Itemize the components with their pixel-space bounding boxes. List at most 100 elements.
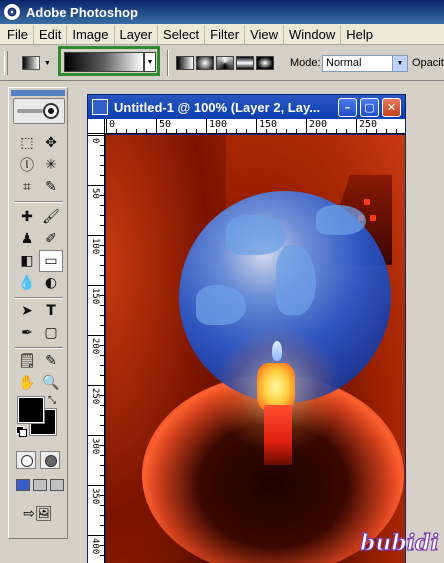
foreground-color-swatch[interactable] — [17, 396, 45, 424]
ruler-tick — [306, 119, 307, 133]
ruler-tick — [88, 335, 104, 336]
menu-edit[interactable]: Edit — [34, 24, 68, 44]
ruler-minor-tick — [100, 495, 104, 496]
mode-select[interactable]: Normal ▼ — [322, 55, 408, 72]
eraser-tool-icon[interactable]: ◧ — [15, 250, 39, 272]
clone-stamp-tool-icon[interactable]: ♟ — [15, 228, 39, 250]
menu-image[interactable]: Image — [67, 24, 115, 44]
ruler-minor-tick — [186, 129, 187, 133]
linear-gradient-icon[interactable] — [176, 56, 194, 70]
zoom-tool-icon[interactable]: 🔍 — [39, 372, 63, 394]
diamond-gradient-icon[interactable] — [256, 56, 274, 70]
ruler-minor-tick — [100, 455, 104, 456]
ruler-minor-tick — [100, 265, 104, 266]
minimize-button[interactable]: – — [338, 98, 357, 117]
blur-tool-icon[interactable]: 💧 — [15, 272, 39, 294]
full-screen-menu-mode-icon[interactable] — [33, 479, 47, 491]
brush-tool-icon[interactable]: 🖌 — [39, 206, 63, 228]
gradient-tool-icon[interactable]: ▭ — [39, 250, 63, 272]
menu-select[interactable]: Select — [158, 24, 206, 44]
standard-mode-icon[interactable] — [16, 451, 36, 469]
marquee-tool-icon[interactable]: ⬚ — [15, 132, 39, 154]
ruler-tick — [88, 485, 104, 486]
ruler-tick — [356, 119, 357, 133]
ruler-label: 0 — [90, 138, 100, 144]
hand-tool-icon[interactable]: ✋ — [15, 372, 39, 394]
reflected-gradient-icon[interactable] — [236, 56, 254, 70]
document-icon[interactable] — [92, 99, 108, 115]
swap-colors-icon[interactable]: ⤡ — [48, 395, 56, 406]
ruler-minor-tick — [100, 155, 104, 156]
slice-tool-icon[interactable]: ✎ — [39, 176, 63, 198]
ruler-minor-tick — [100, 215, 104, 216]
toolbox-titlebar[interactable] — [11, 90, 65, 96]
ruler-label: 250 — [359, 119, 378, 130]
ruler-minor-tick — [100, 305, 104, 306]
gradient-picker-dropdown-icon[interactable]: ▼ — [144, 52, 156, 72]
ruler-label: 150 — [90, 288, 100, 305]
standard-screen-mode-icon[interactable] — [16, 479, 30, 491]
gradient-editor-swatch[interactable] — [64, 52, 144, 72]
ruler-minor-tick — [266, 129, 267, 133]
path-selection-tool-icon[interactable]: ➤ — [15, 300, 39, 322]
feather-icon — [17, 109, 43, 113]
close-button[interactable]: ✕ — [382, 98, 401, 117]
mode-dropdown-icon[interactable]: ▼ — [392, 56, 407, 71]
quick-mask-mode-icon[interactable] — [40, 451, 60, 469]
eyedropper-tool-icon[interactable]: ✎ — [39, 350, 63, 372]
menu-file[interactable]: File — [2, 24, 34, 44]
ruler-tick — [88, 235, 104, 236]
maximize-button[interactable]: ▢ — [360, 98, 379, 117]
svg-text:bubidi: bubidi — [360, 530, 439, 556]
vertical-ruler[interactable]: 0 50 100 150 200 250 300 350 400 — [88, 134, 105, 563]
ruler-minor-tick — [216, 129, 217, 133]
move-tool-icon[interactable]: ✥ — [39, 132, 63, 154]
ruler-minor-tick — [100, 275, 104, 276]
gradient-tool-preset-icon[interactable] — [22, 56, 40, 70]
ruler-minor-tick — [116, 129, 117, 133]
pen-tool-icon[interactable]: ✒ — [15, 322, 39, 344]
history-brush-tool-icon[interactable]: ✐ — [39, 228, 63, 250]
dodge-tool-icon[interactable]: ◐ — [39, 272, 63, 294]
ruler-minor-tick — [100, 225, 104, 226]
ruler-minor-tick — [126, 129, 127, 133]
magic-wand-tool-icon[interactable]: ✳ — [39, 154, 63, 176]
menu-layer[interactable]: Layer — [115, 24, 159, 44]
document-canvas[interactable] — [106, 135, 405, 563]
ruler-minor-tick — [176, 129, 177, 133]
ruler-tick — [88, 435, 104, 436]
ruler-minor-tick — [100, 415, 104, 416]
full-screen-mode-icon[interactable] — [50, 479, 64, 491]
photoshop-eye-logo-icon[interactable] — [13, 98, 65, 124]
document-titlebar[interactable]: Untitled-1 @ 100% (Layer 2, Lay... — [88, 95, 405, 119]
type-tool-icon[interactable]: T — [39, 300, 63, 322]
radial-gradient-icon[interactable] — [196, 56, 214, 70]
notes-tool-icon[interactable]: 🗒 — [15, 350, 39, 372]
ruler-minor-tick — [366, 129, 367, 133]
menu-window[interactable]: Window — [284, 24, 342, 44]
toolbox: ⬚ ✥ ⓛ ✳ ⌗ ✎ ✚ 🖌 ♟ ✐ ◧ ▭ 💧 ◐ ➤ T ✒ ▢ 🗒 ✎ … — [8, 87, 68, 539]
shape-tool-icon[interactable]: ▢ — [39, 322, 63, 344]
photoshop-app-icon[interactable]: ❂ — [4, 4, 20, 20]
menu-view[interactable]: View — [245, 24, 285, 44]
healing-brush-tool-icon[interactable]: ✚ — [15, 206, 39, 228]
tool-preset-dropdown-icon[interactable]: ▼ — [44, 60, 51, 67]
crop-tool-icon[interactable]: ⌗ — [15, 176, 39, 198]
jump-to-imageready-icon[interactable]: ⇨🖼 — [18, 503, 58, 525]
mode-value: Normal — [326, 57, 362, 69]
horizontal-ruler[interactable]: 0 50 100 150 200 250 — [105, 119, 405, 134]
ruler-minor-tick — [100, 405, 104, 406]
eye-icon — [43, 103, 59, 119]
ruler-minor-tick — [286, 129, 287, 133]
ruler-minor-tick — [100, 525, 104, 526]
ruler-minor-tick — [100, 445, 104, 446]
ruler-minor-tick — [100, 365, 104, 366]
menu-help[interactable]: Help — [341, 25, 378, 44]
menu-filter[interactable]: Filter — [205, 24, 246, 44]
ruler-origin[interactable] — [88, 119, 105, 134]
ruler-label: 350 — [90, 488, 100, 505]
lasso-tool-icon[interactable]: ⓛ — [15, 154, 39, 176]
default-colors-icon[interactable] — [16, 426, 27, 437]
options-bar-grip[interactable] — [4, 51, 8, 75]
angle-gradient-icon[interactable] — [216, 56, 234, 70]
